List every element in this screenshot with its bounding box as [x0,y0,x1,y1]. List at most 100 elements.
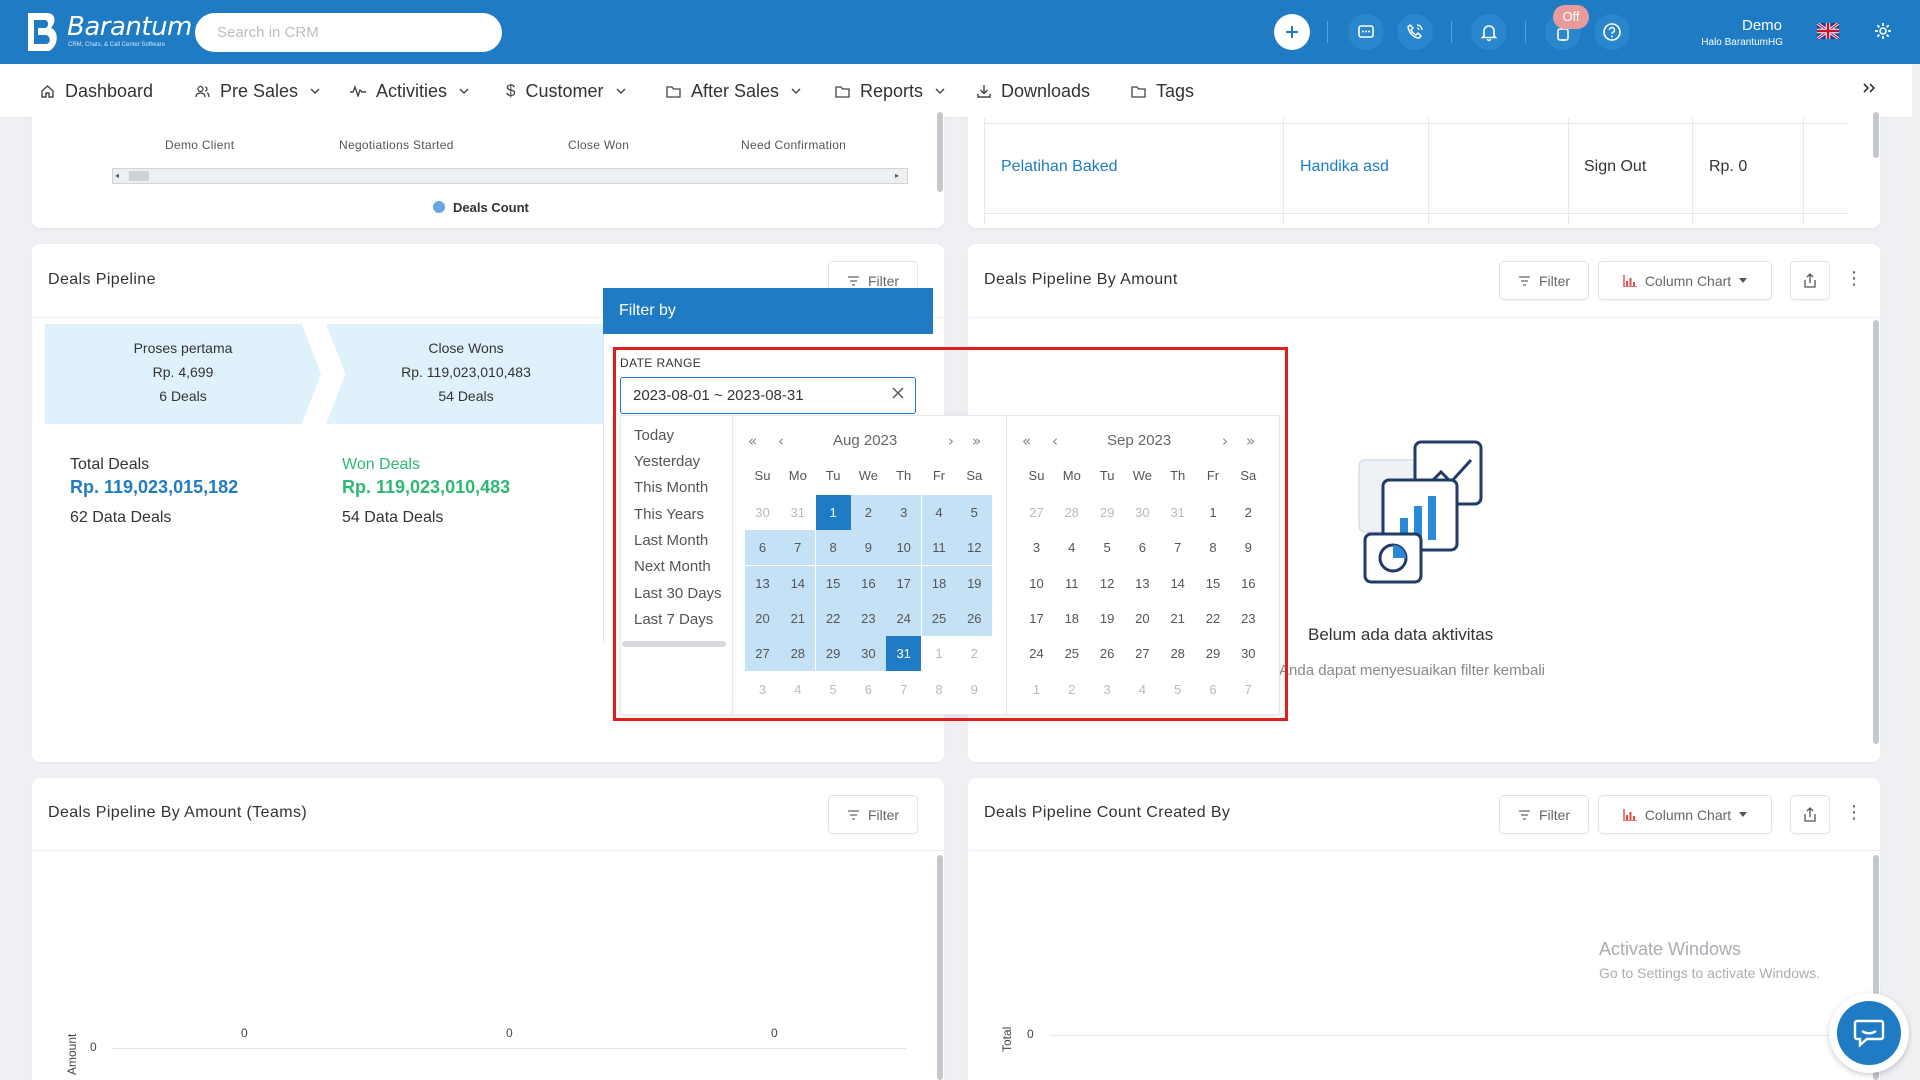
windows-activation-watermark-sub: Go to Settings to activate Windows. [1599,965,1820,981]
deals-pipeline-by-amount-teams-card [32,778,944,1080]
barantum-logo-icon[interactable] [27,12,61,52]
table-cell-link[interactable]: Pelatihan Baked [1001,158,1118,176]
user-greeting: Halo BarantumHG [1701,37,1783,48]
chart-category-label: Need Confirmation [741,138,847,152]
chevron-down-icon [459,88,469,94]
card-scrollbar[interactable] [1873,320,1879,744]
chart-baseline [112,1048,906,1049]
legend-label: Deals Count [453,200,529,215]
caret-down-icon [1739,812,1748,817]
scroll-left-arrow-icon[interactable]: ◂ [115,171,125,181]
card-scrollbar[interactable] [1873,112,1879,158]
export-button[interactable] [1790,795,1830,834]
table-cell-link[interactable]: Handika asd [1300,158,1389,176]
toolbar-divider [1327,21,1328,43]
bell-icon [1480,25,1498,42]
nav-label: Customer [525,80,604,101]
card-scrollbar[interactable] [937,112,943,192]
scroll-right-arrow-icon[interactable]: ▸ [895,171,905,181]
double-chevron-right-icon[interactable] [1862,82,1876,94]
filter-icon [847,275,859,286]
chart-horizontal-scrollbar[interactable]: ◂ ▸ [112,168,908,184]
filter-icon [1518,809,1530,820]
nav-label: Pre Sales [220,80,299,101]
folder-icon [835,85,850,98]
table-column-divider [1568,118,1569,224]
chevron-down-icon [935,88,945,94]
live-chat-button[interactable] [1829,993,1909,1073]
nav-label: Downloads [1001,80,1091,101]
folder-icon [666,85,681,98]
uk-flag-icon[interactable] [1817,23,1839,39]
page-scrollbar[interactable] [1912,64,1920,1080]
won-deals-label: Won Deals [342,456,420,473]
won-deals-value: Rp. 119,023,010,483 [342,477,511,497]
share-icon [1804,807,1816,822]
add-button[interactable] [1274,14,1310,50]
bar-chart-icon [1623,808,1637,821]
pipeline-stage[interactable]: Proses pertama Rp. 4,699 6 Deals [45,324,321,424]
table-column-divider [1803,118,1804,224]
chart-type-dropdown[interactable]: Column Chart [1598,795,1772,834]
nav-label: Tags [1156,80,1195,101]
empty-data-illustration-icon [1358,440,1483,584]
download-icon [977,85,991,98]
search-input[interactable]: Search in CRM [195,13,502,52]
folder-icon [1131,85,1146,98]
call-button[interactable] [1397,14,1433,50]
windows-activation-watermark: Activate Windows [1599,939,1742,959]
chart-legend: Deals Count [433,200,529,215]
y-axis-label: Total [1000,1026,1014,1052]
table-column-divider [984,118,985,224]
card-header-divider [32,850,944,851]
export-button[interactable] [1790,261,1830,300]
table-row-divider [984,213,1848,214]
status-off-badge[interactable]: Off [1553,5,1589,29]
logo-text: Barantum [67,12,192,42]
more-options-icon[interactable]: ⋮ [1845,802,1863,823]
nav-label: Reports [860,80,924,101]
table-row-divider [984,123,1848,124]
table-column-divider [1283,118,1284,224]
notifications-button[interactable] [1471,14,1507,50]
filter-button[interactable]: Filter [828,795,918,834]
chat-icon [1358,25,1374,38]
filter-popup-header: Filter by [603,288,933,334]
data-label: 0 [506,1026,513,1040]
scroll-thumb[interactable] [129,171,149,181]
help-icon [1603,23,1621,41]
user-name[interactable]: Demo [1742,17,1782,34]
stage-name: Close Wons [428,340,504,356]
highlight-box [613,347,1288,721]
card-header-divider [968,850,1880,851]
won-deals-count: 54 Data Deals [342,509,444,526]
settings-gear-icon[interactable] [1874,22,1892,40]
more-options-icon[interactable]: ⋮ [1845,268,1863,289]
total-deals-value: Rp. 119,023,015,182 [70,477,239,497]
chart-type-dropdown[interactable]: Column Chart [1598,261,1772,300]
logo-subtitle: CRM, Chats, & Call Center Software [68,42,166,48]
filter-button[interactable]: Filter [1499,795,1589,834]
pipeline-stage[interactable]: Close Wons Rp. 119,023,010,483 54 Deals [326,324,606,424]
card-scrollbar[interactable] [937,855,943,1080]
y-axis-tick: 0 [1027,1027,1034,1041]
chat-button[interactable] [1348,14,1384,50]
stage-deals: 54 Deals [438,388,494,404]
stage-amount: Rp. 4,699 [152,364,214,380]
y-axis-tick: 0 [90,1040,97,1054]
filter-label: Filter [1538,806,1571,823]
chevron-down-icon [616,88,625,94]
card-title: Deals Pipeline By Amount (Teams) [48,804,308,821]
table-cell: Rp. 0 [1709,158,1748,175]
nav-label: Dashboard [65,80,154,101]
total-deals-label: Total Deals [70,456,150,473]
data-label: 0 [771,1026,778,1040]
table-cell: Sign Out [1584,158,1647,175]
help-button[interactable] [1594,14,1630,50]
dollar-icon: $ [506,81,516,100]
bar-chart-icon [1623,274,1637,287]
toolbar-divider [1525,21,1526,43]
nav-label: After Sales [691,80,780,101]
data-label: 0 [241,1026,248,1040]
filter-button[interactable]: Filter [1499,261,1589,300]
